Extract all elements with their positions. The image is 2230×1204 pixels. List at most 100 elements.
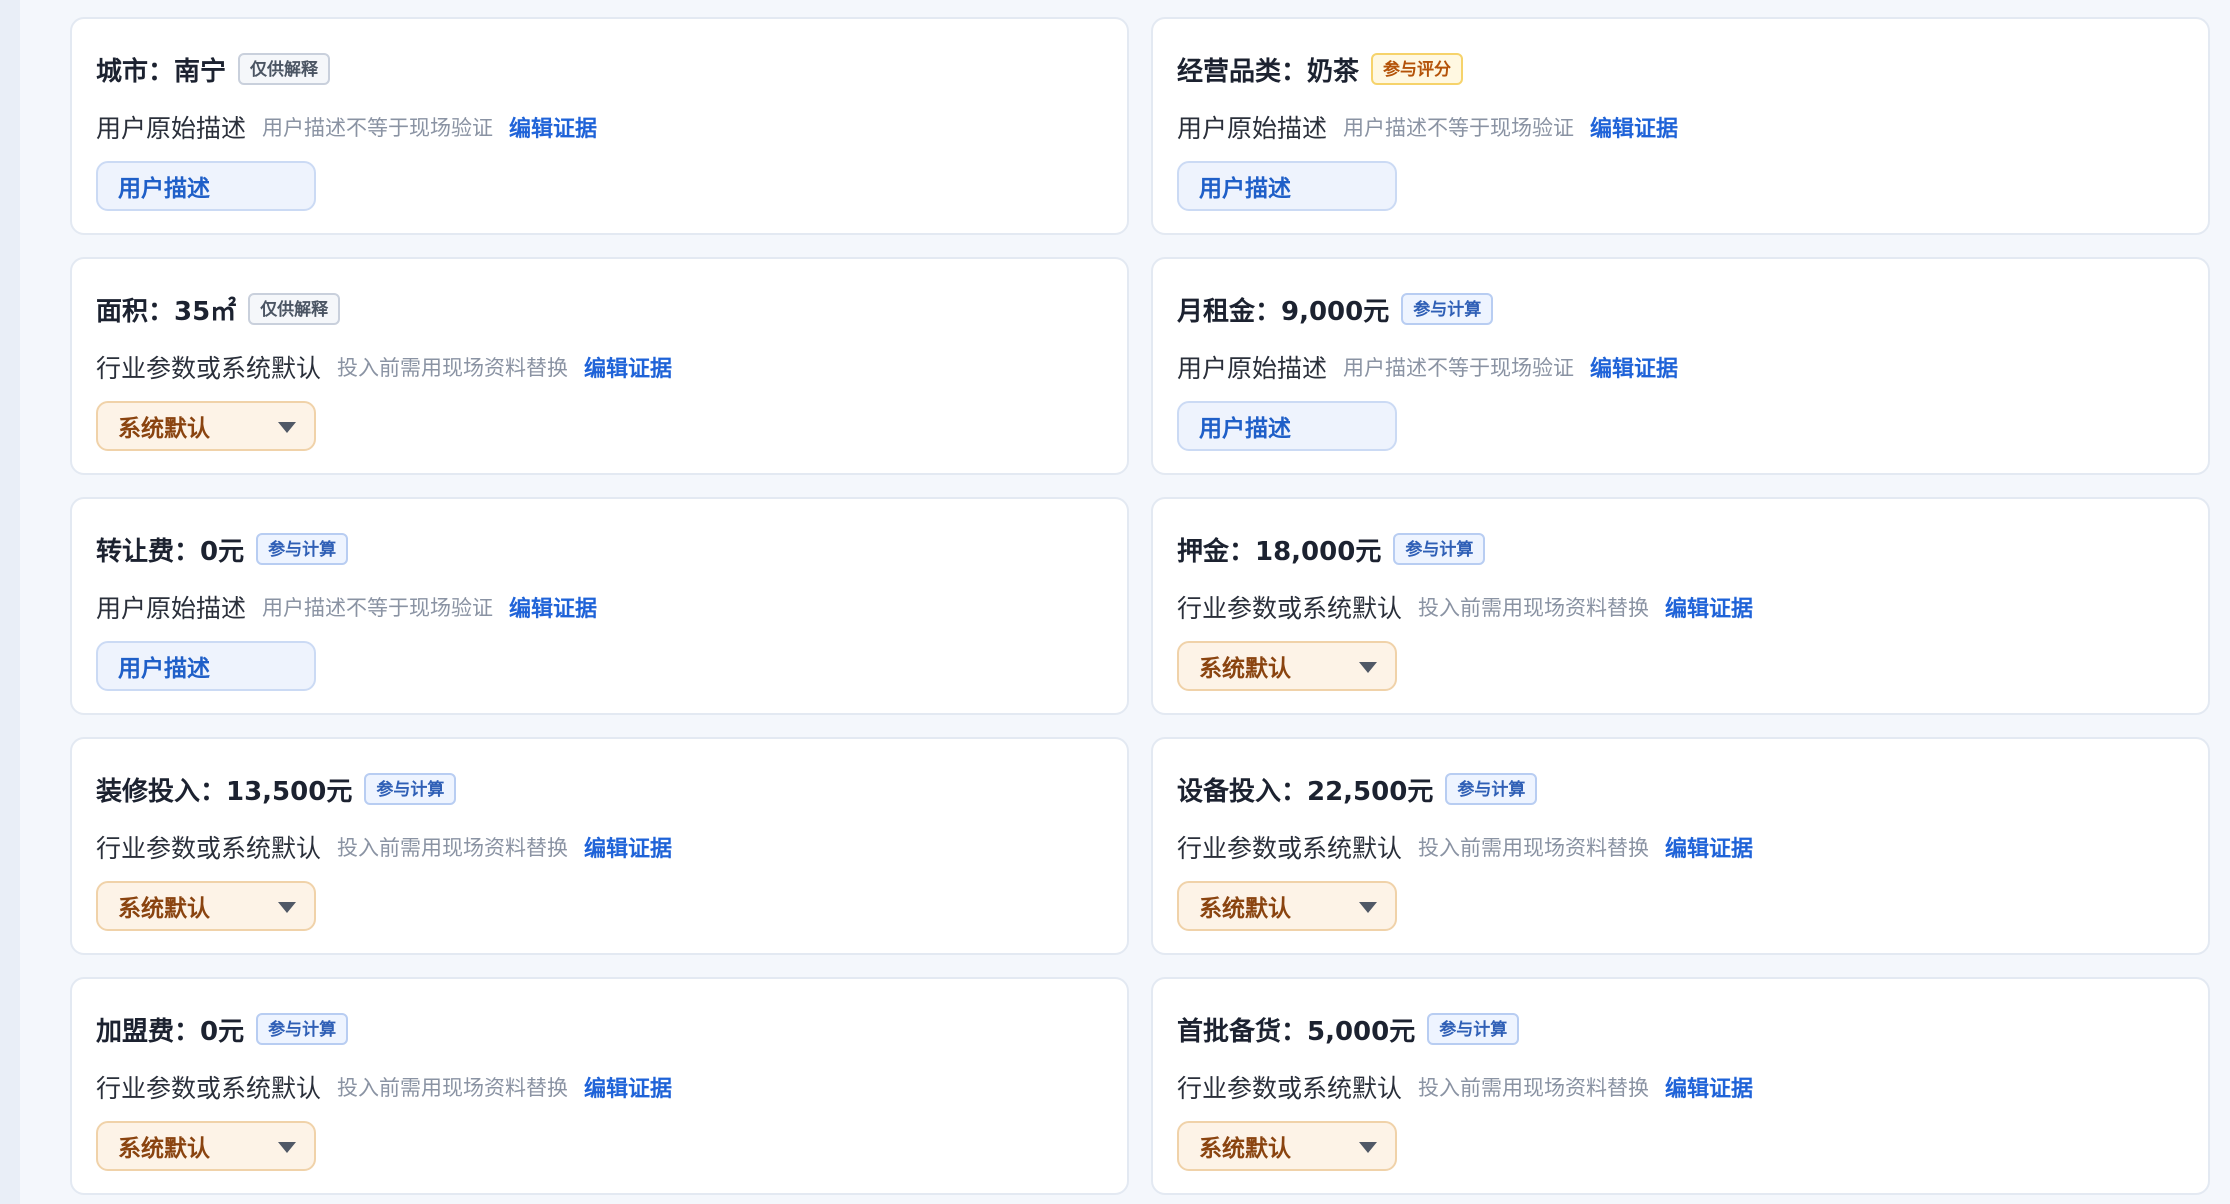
evidence-card: 首批备货：5,000元 参与计算 行业参数或系统默认 投入前需用现场资料替换 编… <box>1151 977 2210 1195</box>
evidence-hint: 投入前需用现场资料替换 <box>337 356 569 380</box>
evidence-type-select[interactable]: 系统默认 <box>96 881 316 931</box>
evidence-source-label: 行业参数或系统默认 <box>96 834 322 863</box>
evidence-source-label: 行业参数或系统默认 <box>96 354 322 383</box>
evidence-source-row: 用户原始描述 用户描述不等于现场验证 编辑证据 <box>96 587 597 627</box>
edit-evidence-link[interactable]: 编辑证据 <box>1665 831 1753 863</box>
evidence-type-select[interactable]: 系统默认 <box>1177 881 1397 931</box>
card-header: 城市：南宁 仅供解释 <box>96 49 331 89</box>
card-header: 加盟费：0元 参与计算 <box>96 1009 349 1049</box>
card-header: 经营品类：奶茶 参与评分 <box>1177 49 1464 89</box>
evidence-card: 装修投入：13,500元 参与计算 行业参数或系统默认 投入前需用现场资料替换 … <box>70 737 1129 955</box>
evidence-type-select[interactable]: 用户描述 <box>1177 161 1397 211</box>
evidence-type-select[interactable]: 系统默认 <box>96 401 316 451</box>
field-title: 设备投入：22,500元 <box>1177 776 1434 807</box>
caret-down-icon <box>278 902 296 913</box>
evidence-type-value: 系统默认 <box>118 416 210 442</box>
evidence-source-row: 用户原始描述 用户描述不等于现场验证 编辑证据 <box>1177 107 1678 147</box>
evidence-source-row: 用户原始描述 用户描述不等于现场验证 编辑证据 <box>96 107 597 147</box>
usage-tag: 参与评分 <box>1371 53 1464 85</box>
usage-tag: 参与计算 <box>1445 773 1538 805</box>
evidence-type-value: 用户描述 <box>1199 416 1291 442</box>
edit-evidence-link[interactable]: 编辑证据 <box>1665 1071 1753 1103</box>
usage-tag: 参与计算 <box>256 1013 349 1045</box>
card-header: 月租金：9,000元 参与计算 <box>1177 289 1494 329</box>
evidence-source-label: 行业参数或系统默认 <box>1177 594 1403 623</box>
evidence-hint: 用户描述不等于现场验证 <box>1343 356 1575 380</box>
evidence-hint: 投入前需用现场资料替换 <box>1418 836 1650 860</box>
card-header: 装修投入：13,500元 参与计算 <box>96 769 457 809</box>
evidence-hint: 用户描述不等于现场验证 <box>262 116 494 140</box>
usage-tag: 参与计算 <box>1427 1013 1520 1045</box>
evidence-type-select[interactable]: 用户描述 <box>96 641 316 691</box>
field-title: 押金：18,000元 <box>1177 536 1382 567</box>
evidence-source-label: 用户原始描述 <box>1177 114 1328 143</box>
evidence-type-value: 用户描述 <box>118 656 210 682</box>
evidence-type-value: 系统默认 <box>1199 896 1291 922</box>
edit-evidence-link[interactable]: 编辑证据 <box>1590 351 1678 383</box>
evidence-source-row: 用户原始描述 用户描述不等于现场验证 编辑证据 <box>1177 347 1678 387</box>
edit-evidence-link[interactable]: 编辑证据 <box>509 111 597 143</box>
evidence-card: 城市：南宁 仅供解释 用户原始描述 用户描述不等于现场验证 编辑证据 用户描述 <box>70 17 1129 235</box>
evidence-type-value: 系统默认 <box>1199 1136 1291 1162</box>
edit-evidence-link[interactable]: 编辑证据 <box>509 591 597 623</box>
evidence-type-select[interactable]: 用户描述 <box>96 161 316 211</box>
evidence-type-value: 系统默认 <box>118 1136 210 1162</box>
edit-evidence-link[interactable]: 编辑证据 <box>584 1071 672 1103</box>
usage-tag: 参与计算 <box>364 773 457 805</box>
edit-evidence-link[interactable]: 编辑证据 <box>584 831 672 863</box>
evidence-type-value: 用户描述 <box>118 176 210 202</box>
usage-tag: 参与计算 <box>1401 293 1494 325</box>
evidence-type-select[interactable]: 系统默认 <box>1177 1121 1397 1171</box>
evidence-type-select[interactable]: 系统默认 <box>1177 641 1397 691</box>
evidence-hint: 用户描述不等于现场验证 <box>262 596 494 620</box>
evidence-source-label: 行业参数或系统默认 <box>1177 834 1403 863</box>
caret-down-icon <box>278 422 296 433</box>
evidence-source-label: 用户原始描述 <box>96 594 247 623</box>
card-header: 押金：18,000元 参与计算 <box>1177 529 1486 569</box>
field-title: 城市：南宁 <box>96 56 227 87</box>
evidence-card: 面积：35㎡ 仅供解释 行业参数或系统默认 投入前需用现场资料替换 编辑证据 系… <box>70 257 1129 475</box>
field-title: 面积：35㎡ <box>96 296 237 327</box>
usage-tag: 参与计算 <box>1393 533 1486 565</box>
evidence-type-value: 用户描述 <box>1199 176 1291 202</box>
edit-evidence-link[interactable]: 编辑证据 <box>1665 591 1753 623</box>
evidence-hint: 投入前需用现场资料替换 <box>337 1076 569 1100</box>
evidence-hint: 投入前需用现场资料替换 <box>1418 1076 1650 1100</box>
evidence-source-row: 行业参数或系统默认 投入前需用现场资料替换 编辑证据 <box>1177 587 1753 627</box>
caret-down-icon <box>1359 662 1377 673</box>
left-rail <box>0 0 20 1204</box>
evidence-card: 押金：18,000元 参与计算 行业参数或系统默认 投入前需用现场资料替换 编辑… <box>1151 497 2210 715</box>
caret-down-icon <box>278 1142 296 1153</box>
field-title: 加盟费：0元 <box>96 1016 245 1047</box>
evidence-type-select[interactable]: 系统默认 <box>96 1121 316 1171</box>
evidence-source-label: 用户原始描述 <box>96 114 247 143</box>
evidence-card: 转让费：0元 参与计算 用户原始描述 用户描述不等于现场验证 编辑证据 用户描述 <box>70 497 1129 715</box>
evidence-card: 月租金：9,000元 参与计算 用户原始描述 用户描述不等于现场验证 编辑证据 … <box>1151 257 2210 475</box>
edit-evidence-link[interactable]: 编辑证据 <box>584 351 672 383</box>
field-title: 首批备货：5,000元 <box>1177 1016 1416 1047</box>
evidence-card-grid: 城市：南宁 仅供解释 用户原始描述 用户描述不等于现场验证 编辑证据 用户描述 … <box>70 17 2210 1195</box>
card-header: 设备投入：22,500元 参与计算 <box>1177 769 1538 809</box>
caret-down-icon <box>1359 902 1377 913</box>
edit-evidence-link[interactable]: 编辑证据 <box>1590 111 1678 143</box>
caret-down-icon <box>1359 1142 1377 1153</box>
evidence-card: 设备投入：22,500元 参与计算 行业参数或系统默认 投入前需用现场资料替换 … <box>1151 737 2210 955</box>
field-title: 转让费：0元 <box>96 536 245 567</box>
evidence-hint: 用户描述不等于现场验证 <box>1343 116 1575 140</box>
field-title: 月租金：9,000元 <box>1177 296 1390 327</box>
evidence-hint: 投入前需用现场资料替换 <box>1418 596 1650 620</box>
usage-tag: 仅供解释 <box>238 53 331 85</box>
usage-tag: 仅供解释 <box>248 293 341 325</box>
card-header: 面积：35㎡ 仅供解释 <box>96 289 341 329</box>
evidence-source-row: 行业参数或系统默认 投入前需用现场资料替换 编辑证据 <box>1177 1067 1753 1107</box>
evidence-source-row: 行业参数或系统默认 投入前需用现场资料替换 编辑证据 <box>1177 827 1753 867</box>
field-title: 经营品类：奶茶 <box>1177 56 1360 87</box>
evidence-type-value: 系统默认 <box>1199 656 1291 682</box>
evidence-card: 加盟费：0元 参与计算 行业参数或系统默认 投入前需用现场资料替换 编辑证据 系… <box>70 977 1129 1195</box>
card-header: 首批备货：5,000元 参与计算 <box>1177 1009 1520 1049</box>
evidence-source-label: 用户原始描述 <box>1177 354 1328 383</box>
evidence-source-row: 行业参数或系统默认 投入前需用现场资料替换 编辑证据 <box>96 827 672 867</box>
field-title: 装修投入：13,500元 <box>96 776 353 807</box>
evidence-source-label: 行业参数或系统默认 <box>96 1074 322 1103</box>
evidence-type-select[interactable]: 用户描述 <box>1177 401 1397 451</box>
